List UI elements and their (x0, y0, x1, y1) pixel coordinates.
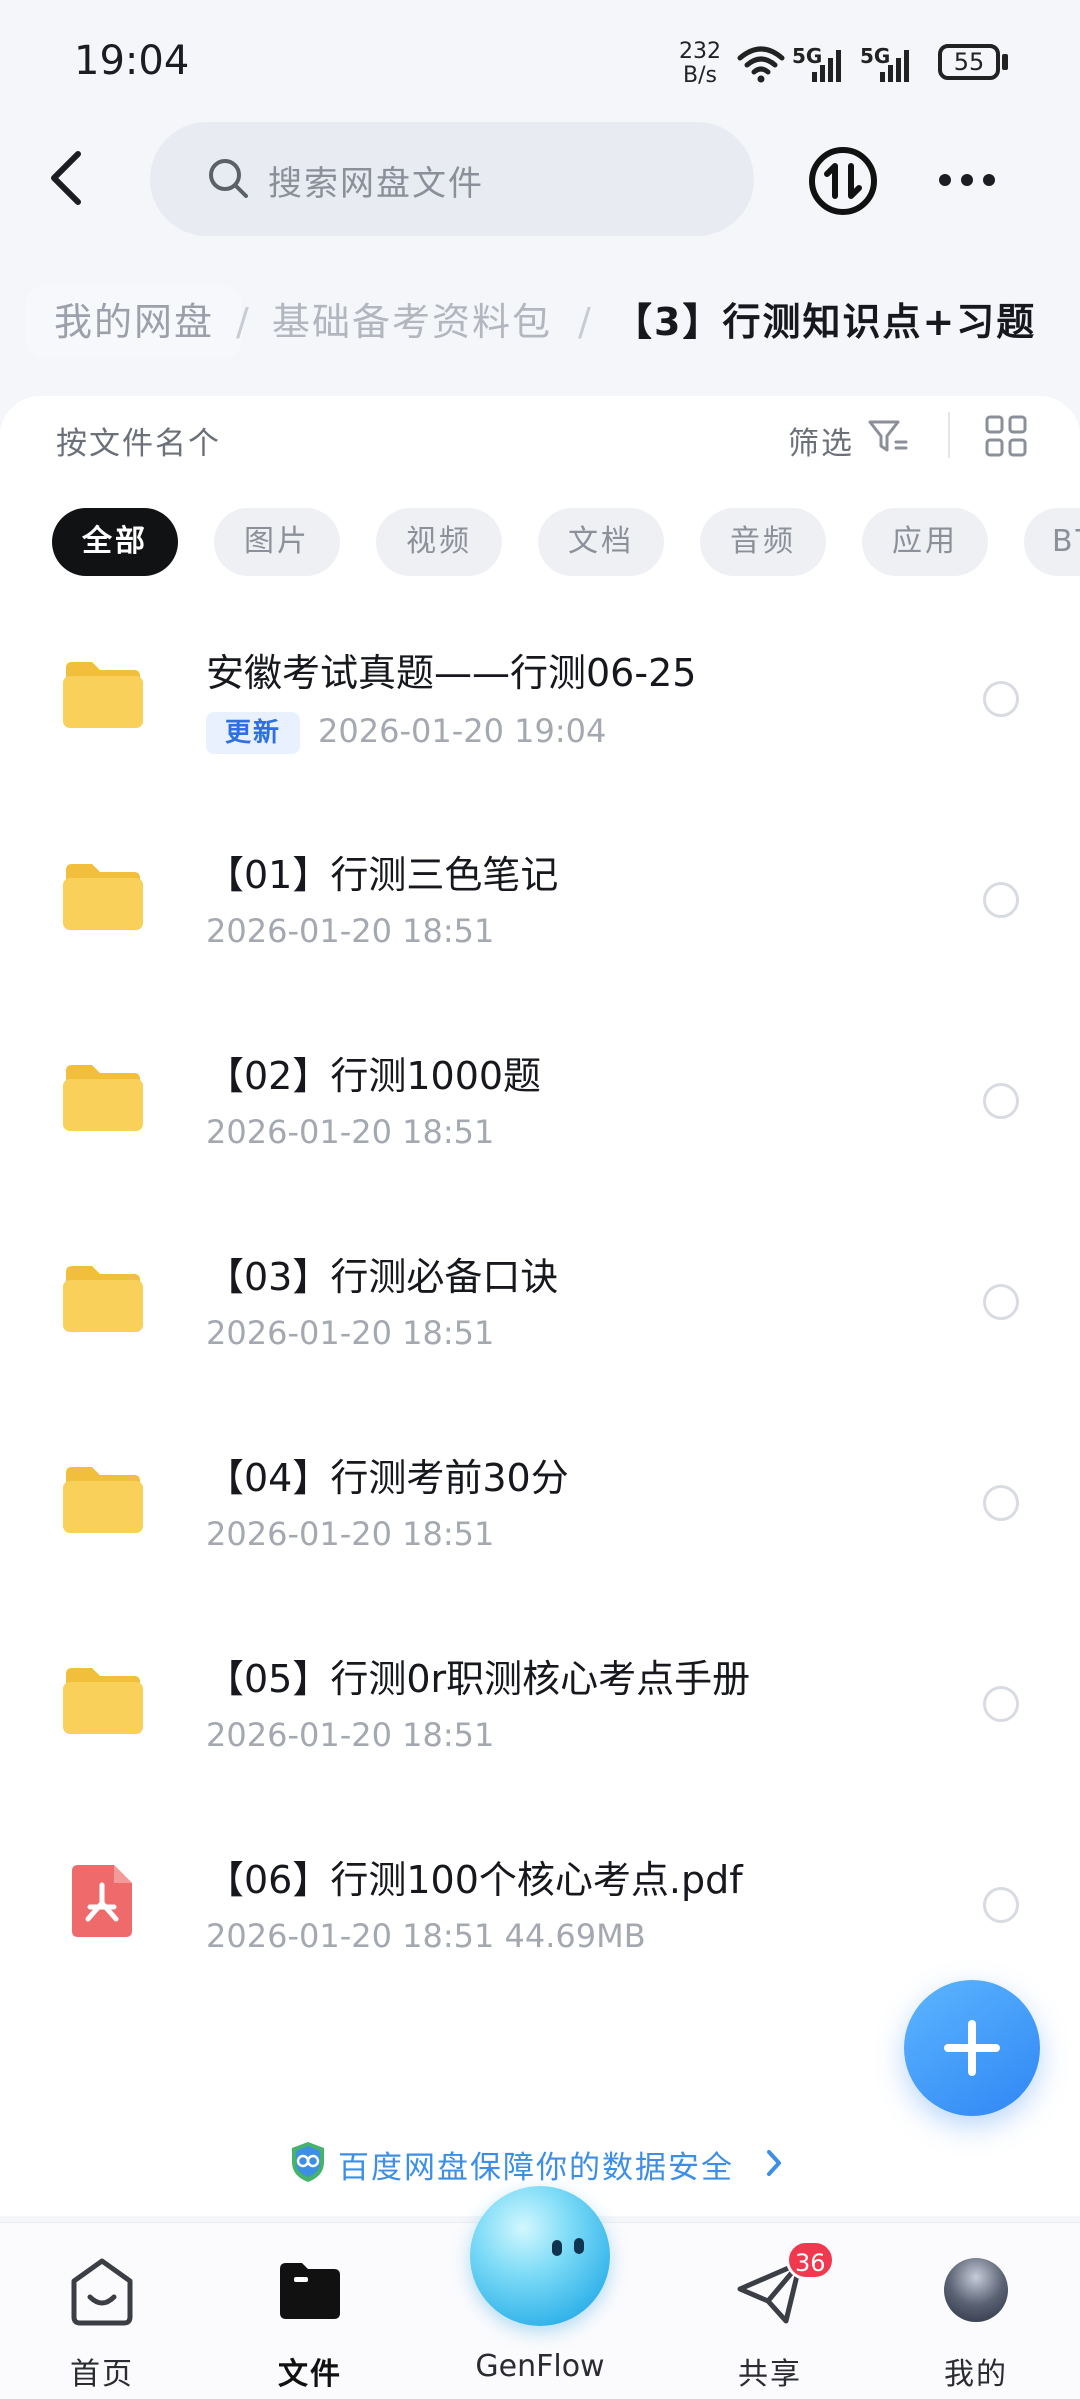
folder-icon (63, 1065, 143, 1131)
plus-icon (968, 2020, 976, 2076)
add-button[interactable] (904, 1980, 1040, 2116)
chevron-right-icon (767, 2150, 781, 2176)
chip-all[interactable]: 全部 (52, 508, 178, 576)
nav-files[interactable]: 文件 (230, 2223, 390, 2399)
list-item[interactable]: 【06】行测100个核心考点.pdf 2026-01-20 18:51 44.6… (0, 1805, 1080, 2005)
nav-genflow-label: GenFlow (475, 2349, 605, 2384)
net-speed-value: 232 (679, 39, 721, 64)
folder-icon (63, 864, 143, 930)
file-name: 【03】行测必备口诀 (206, 1255, 559, 1299)
search-icon (209, 159, 248, 198)
security-notice-text: 百度网盘保障你的数据安全 (338, 2150, 734, 2186)
file-name: 【01】行测三色笔记 (206, 853, 559, 897)
net-speed-unit: B/s (683, 63, 717, 88)
folder-tab-icon (280, 2263, 340, 2319)
battery-tip (1002, 54, 1008, 70)
status-time: 19:04 (74, 38, 190, 84)
filter-icon[interactable] (866, 416, 908, 456)
list-item[interactable]: 【02】行测1000题 2026-01-20 18:51 (0, 1001, 1080, 1201)
list-item[interactable]: 【04】行测考前30分 2026-01-20 18:51 (0, 1403, 1080, 1603)
more-options-icon[interactable] (935, 160, 999, 200)
search-placeholder: 搜索网盘文件 (268, 164, 484, 204)
breadcrumb-separator: / (236, 300, 249, 344)
transfer-list-icon[interactable] (808, 146, 878, 216)
file-name: 【05】行测0r职测核心考点手册 (206, 1657, 751, 1701)
file-name: 【06】行测100个核心考点.pdf (206, 1858, 743, 1902)
chip-apps[interactable]: 应用 (862, 508, 988, 576)
avatar[interactable] (944, 2258, 1008, 2322)
folder-icon (63, 1467, 143, 1533)
list-item[interactable]: 【01】行测三色笔记 2026-01-20 18:51 (0, 800, 1080, 1000)
breadcrumb-separator: / (578, 300, 591, 344)
folder-icon (63, 1266, 143, 1332)
chip-audio[interactable]: 音频 (700, 508, 826, 576)
file-meta: 2026-01-20 18:51 (206, 1113, 495, 1151)
file-name: 【04】行测考前30分 (206, 1456, 569, 1500)
file-meta: 2026-01-20 18:51 (206, 1314, 495, 1352)
nav-me-label: 我的 (944, 2357, 1008, 2392)
folder-icon (63, 1668, 143, 1734)
filter-button[interactable]: 筛选 (788, 418, 854, 463)
file-meta: 2026-01-20 18:51 44.69MB (206, 1917, 646, 1955)
status-bar: 19:04 232 B/s 5G 5G 55 (0, 0, 1080, 130)
shield-icon (292, 2142, 324, 2182)
breadcrumb-item-root[interactable]: 我的网盘 (26, 285, 243, 359)
list-item[interactable]: 【03】行测必备口诀 2026-01-20 18:51 (0, 1202, 1080, 1402)
nav-home[interactable]: 首页 (22, 2223, 182, 2399)
breadcrumb-item-parent[interactable]: 基础备考资料包 (272, 285, 552, 359)
back-arrow-icon[interactable] (44, 148, 88, 208)
wifi-icon (737, 46, 785, 83)
battery-indicator: 55 (938, 44, 1000, 80)
share-notification-badge: 36 (786, 2240, 835, 2280)
net-speed: 232 B/s (675, 40, 725, 88)
select-checkbox[interactable] (983, 1686, 1019, 1722)
list-item[interactable]: 【05】行测0r职测核心考点手册 2026-01-20 18:51 (0, 1604, 1080, 1804)
file-meta: 2026-01-20 18:51 (206, 1716, 495, 1754)
nav-home-label: 首页 (70, 2357, 134, 2392)
mascot-eye (574, 2238, 584, 2254)
signal-bars-icon (812, 50, 841, 82)
search-input[interactable]: 搜索网盘文件 (150, 122, 754, 236)
genflow-mascot[interactable] (470, 2186, 610, 2326)
pdf-icon (72, 1865, 132, 1937)
select-checkbox[interactable] (983, 681, 1019, 717)
home-icon (71, 2258, 133, 2326)
breadcrumb-item-current: 【3】行测知识点+习题 (614, 300, 1037, 344)
file-name: 【02】行测1000题 (206, 1054, 542, 1098)
nav-files-label: 文件 (278, 2357, 342, 2392)
toolbar-divider (948, 412, 950, 458)
select-checkbox[interactable] (983, 882, 1019, 918)
chip-documents[interactable]: 文档 (538, 508, 664, 576)
select-checkbox[interactable] (983, 1083, 1019, 1119)
list-item[interactable]: 安徽考试真题——行测06-25 更新 2026-01-20 19:04 (0, 600, 1080, 800)
file-meta: 2026-01-20 18:51 (206, 1515, 495, 1553)
grid-view-icon[interactable] (984, 414, 1028, 458)
chip-videos[interactable]: 视频 (376, 508, 502, 576)
mascot-eye (552, 2240, 562, 2256)
sort-by-name-button[interactable]: 按文件名个 (56, 418, 221, 463)
breadcrumb: 我的网盘 / 基础备考资料包 / 【3】行测知识点+习题 (0, 285, 1080, 365)
nav-share-label: 共享 (738, 2357, 802, 2392)
select-checkbox[interactable] (983, 1887, 1019, 1923)
file-meta: 2026-01-20 19:04 (318, 712, 607, 750)
folder-icon (63, 662, 143, 728)
signal-bars-icon (880, 50, 909, 82)
select-checkbox[interactable] (983, 1485, 1019, 1521)
chip-images[interactable]: 图片 (214, 508, 340, 576)
select-checkbox[interactable] (983, 1284, 1019, 1320)
update-badge: 更新 (206, 712, 300, 754)
file-name: 安徽考试真题——行测06-25 (206, 651, 697, 695)
file-meta: 2026-01-20 18:51 (206, 912, 495, 950)
